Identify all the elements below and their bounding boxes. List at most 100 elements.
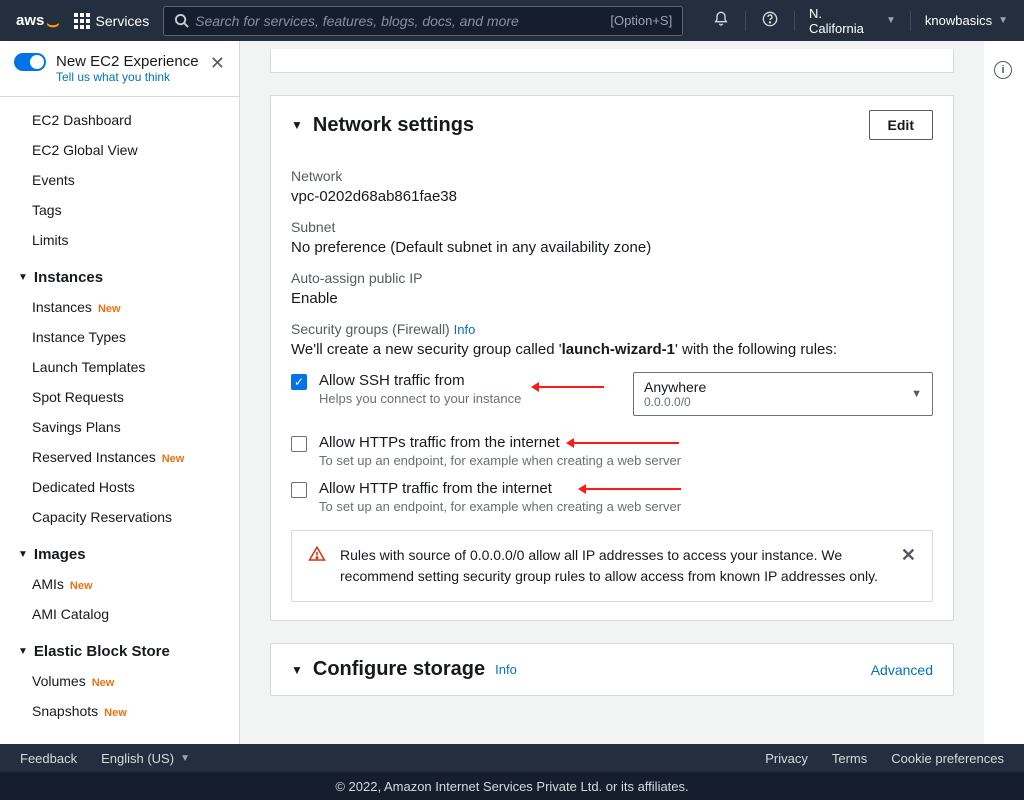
right-gutter: i	[984, 41, 1024, 744]
rule-https-row: Allow HTTPs traffic from the internet To…	[291, 434, 933, 468]
rule-ssh-row: ✓ Allow SSH traffic from Helps you conne…	[291, 372, 933, 416]
sg-info-link[interactable]: Info	[454, 322, 476, 337]
nav-ec2-global-view[interactable]: EC2 Global View	[0, 135, 239, 165]
configure-storage-card: ▼ Configure storage Info Advanced	[270, 643, 954, 696]
previous-card-edge	[270, 49, 954, 73]
nav-spot-requests[interactable]: Spot Requests	[0, 382, 239, 412]
nav-amis[interactable]: AMIsNew	[0, 569, 239, 599]
search-box[interactable]: [Option+S]	[163, 6, 683, 36]
banner-feedback-link[interactable]: Tell us what you think	[56, 70, 199, 84]
section-images[interactable]: ▼Images	[0, 532, 239, 569]
configure-storage-header[interactable]: ▼ Configure storage Info	[291, 658, 517, 681]
new-experience-banner: New EC2 Experience Tell us what you thin…	[0, 41, 239, 97]
storage-info-link[interactable]: Info	[495, 662, 517, 677]
triangle-down-icon: ▼	[291, 663, 303, 677]
privacy-link[interactable]: Privacy	[765, 751, 808, 766]
alert-close-button[interactable]: ✕	[901, 545, 916, 566]
ssh-label: Allow SSH traffic from	[319, 372, 521, 389]
banner-title: New EC2 Experience	[56, 53, 199, 70]
copyright-bar: © 2022, Amazon Internet Services Private…	[0, 772, 1024, 800]
grid-icon	[74, 13, 90, 29]
new-experience-toggle[interactable]	[14, 53, 46, 71]
help-button[interactable]	[760, 11, 780, 30]
subnet-label: Subnet	[291, 219, 933, 235]
nav-tags[interactable]: Tags	[0, 195, 239, 225]
section-instances[interactable]: ▼Instances	[0, 255, 239, 292]
advanced-link[interactable]: Advanced	[871, 662, 933, 678]
nav-limits[interactable]: Limits	[0, 225, 239, 255]
question-icon	[762, 11, 778, 27]
services-menu[interactable]: Services	[74, 13, 150, 29]
warning-text: Rules with source of 0.0.0.0/0 allow all…	[340, 545, 887, 587]
https-checkbox[interactable]	[291, 436, 307, 452]
subnet-value: No preference (Default subnet in any ava…	[291, 239, 933, 256]
ssh-source-label: Anywhere	[644, 379, 904, 395]
triangle-down-icon: ▼	[18, 272, 28, 283]
http-checkbox[interactable]	[291, 482, 307, 498]
nav-instance-types[interactable]: Instance Types	[0, 322, 239, 352]
http-hint: To set up an endpoint, for example when …	[319, 499, 681, 514]
info-panel-icon[interactable]: i	[994, 61, 1012, 79]
account-label: knowbasics	[925, 13, 992, 28]
network-settings-card: ▼ Network settings Edit Network vpc-0202…	[270, 95, 954, 621]
nav-divider	[745, 11, 746, 31]
nav-capacity-reservations[interactable]: Capacity Reservations	[0, 502, 239, 532]
banner-close-button[interactable]: ✕	[210, 53, 225, 74]
nav-ami-catalog[interactable]: AMI Catalog	[0, 599, 239, 629]
copyright-text: © 2022, Amazon Internet Services Private…	[335, 779, 688, 794]
ssh-source-select[interactable]: Anywhere 0.0.0.0/0 ▼	[633, 372, 933, 416]
nav-dedicated-hosts[interactable]: Dedicated Hosts	[0, 472, 239, 502]
caret-down-icon: ▼	[886, 15, 896, 26]
nav-instances[interactable]: InstancesNew	[0, 292, 239, 322]
nav-savings-plans[interactable]: Savings Plans	[0, 412, 239, 442]
region-selector[interactable]: N. California ▼	[809, 6, 896, 36]
sidebar-nav: EC2 Dashboard EC2 Global View Events Tag…	[0, 97, 239, 744]
nav-reserved-instances[interactable]: Reserved InstancesNew	[0, 442, 239, 472]
nav-snapshots[interactable]: SnapshotsNew	[0, 696, 239, 726]
https-hint: To set up an endpoint, for example when …	[319, 453, 681, 468]
nav-divider	[794, 11, 795, 31]
cookie-preferences-link[interactable]: Cookie preferences	[891, 751, 1004, 766]
annotation-arrow	[581, 488, 681, 490]
aws-logo[interactable]: aws⌣	[16, 12, 60, 29]
triangle-down-icon: ▼	[18, 646, 28, 657]
auto-ip-value: Enable	[291, 290, 933, 307]
auto-ip-label: Auto-assign public IP	[291, 270, 933, 286]
search-input[interactable]	[193, 12, 610, 30]
sidebar: New EC2 Experience Tell us what you thin…	[0, 41, 240, 744]
section-ebs[interactable]: ▼Elastic Block Store	[0, 629, 239, 666]
notifications-button[interactable]	[711, 11, 731, 30]
cidr-warning-alert: Rules with source of 0.0.0.0/0 allow all…	[291, 530, 933, 602]
network-label: Network	[291, 168, 933, 184]
ssh-source-cidr: 0.0.0.0/0	[644, 395, 904, 409]
annotation-arrow	[534, 386, 604, 388]
nav-volumes[interactable]: VolumesNew	[0, 666, 239, 696]
warning-icon	[308, 545, 326, 563]
services-label: Services	[96, 13, 150, 29]
nav-ec2-dashboard[interactable]: EC2 Dashboard	[0, 105, 239, 135]
network-settings-header[interactable]: ▼ Network settings	[291, 114, 474, 137]
triangle-down-icon: ▼	[18, 549, 28, 560]
edit-button[interactable]: Edit	[869, 110, 933, 140]
terms-link[interactable]: Terms	[832, 751, 867, 766]
nav-events[interactable]: Events	[0, 165, 239, 195]
security-groups-desc: We'll create a new security group called…	[291, 341, 933, 358]
nav-launch-templates[interactable]: Launch Templates	[0, 352, 239, 382]
dropdown-icon: ▼	[911, 388, 922, 400]
main-content: ▼ Network settings Edit Network vpc-0202…	[240, 41, 984, 744]
network-value: vpc-0202d68ab861fae38	[291, 188, 933, 205]
region-label: N. California	[809, 6, 880, 36]
triangle-down-icon: ▼	[291, 118, 303, 132]
language-selector[interactable]: English (US) ▼	[101, 751, 190, 766]
caret-down-icon: ▼	[180, 753, 190, 764]
search-shortcut: [Option+S]	[610, 13, 672, 28]
top-nav: aws⌣ Services [Option+S] N. California ▼…	[0, 0, 1024, 41]
search-icon	[174, 13, 189, 28]
rule-http-row: Allow HTTP traffic from the internet To …	[291, 480, 933, 514]
feedback-link[interactable]: Feedback	[20, 751, 77, 766]
caret-down-icon: ▼	[998, 15, 1008, 26]
bell-icon	[713, 11, 729, 27]
account-menu[interactable]: knowbasics ▼	[925, 13, 1008, 28]
ssh-checkbox[interactable]: ✓	[291, 374, 307, 390]
security-groups-label: Security groups (Firewall) Info	[291, 321, 933, 337]
